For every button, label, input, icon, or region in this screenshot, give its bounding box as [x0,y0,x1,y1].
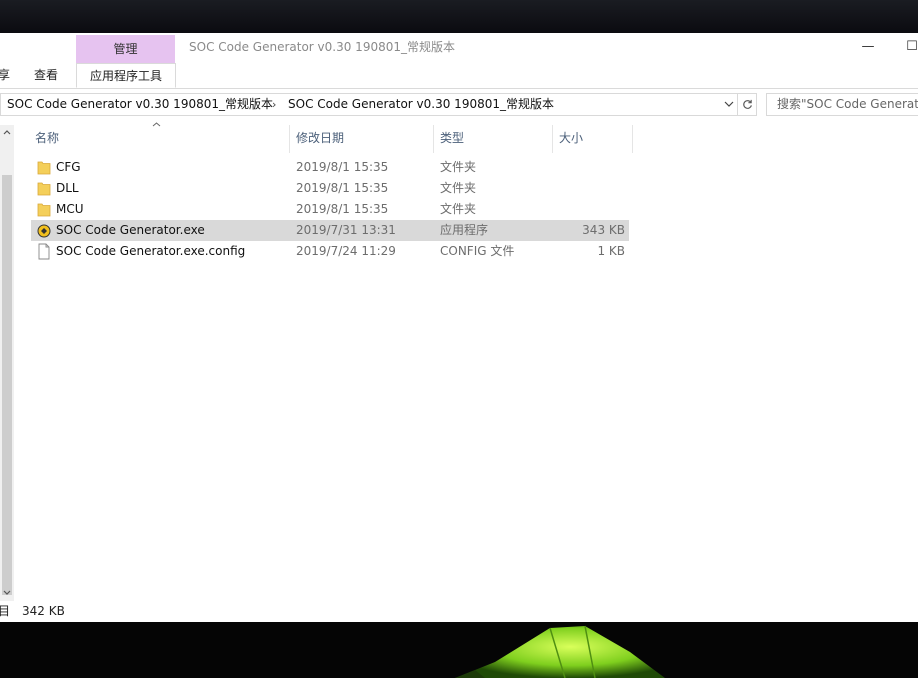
refresh-icon[interactable] [737,93,757,116]
tab-share[interactable]: 享 [0,63,10,87]
ribbon-tab-row: 享 查看 应用程序工具 [0,63,918,89]
folder-icon [37,161,51,175]
file-modified: 2019/8/1 15:35 [296,202,389,216]
status-bar: 目 342 KB [0,601,918,622]
tent-wallpaper-image [455,625,665,678]
desktop-wallpaper-bottom [0,622,918,678]
breadcrumb-separator-icon[interactable]: › [272,94,276,115]
file-row-exe[interactable]: SOC Code Generator.exe 2019/7/31 13:31 应… [31,220,629,241]
file-type: 文件夹 [440,160,477,174]
file-size: 343 KB [582,223,625,237]
column-header-size[interactable]: 大小 [553,125,633,153]
vertical-scrollbar[interactable] [0,125,14,603]
status-selection-size: 342 KB [22,604,65,618]
file-modified: 2019/7/24 11:29 [296,244,396,258]
tab-view[interactable]: 查看 [34,63,58,87]
file-row-mcu[interactable]: MCU 2019/8/1 15:35 文件夹 [31,199,629,220]
file-size: 1 KB [597,244,625,258]
file-name: MCU [56,202,84,216]
tab-application-tools[interactable]: 应用程序工具 [76,63,177,88]
desktop-wallpaper-top [0,0,918,33]
file-type: 文件夹 [440,181,477,195]
file-row-config[interactable]: SOC Code Generator.exe.config 2019/7/24 … [31,241,629,262]
address-row: SOC Code Generator v0.30 190801_常规版本 › S… [0,92,918,118]
document-icon [38,243,50,260]
title-bar: 管理 SOC Code Generator v0.30 190801_常规版本 … [0,33,918,63]
file-name: DLL [56,181,79,195]
application-icon [37,224,51,238]
folder-icon [37,182,51,196]
chevron-down-icon[interactable] [721,94,737,115]
breadcrumb-parent[interactable]: SOC Code Generator v0.30 190801_常规版本 [7,94,273,115]
file-type: 文件夹 [440,202,477,216]
file-row-dll[interactable]: DLL 2019/8/1 15:35 文件夹 [31,178,629,199]
file-type: CONFIG 文件 [440,244,515,258]
column-header-modified[interactable]: 修改日期 [290,125,434,153]
column-header-name[interactable]: 名称 [29,125,290,153]
window-title: SOC Code Generator v0.30 190801_常规版本 [189,40,455,54]
manage-contextual-tab[interactable]: 管理 [76,35,175,63]
minimize-button[interactable]: — [848,33,888,61]
breadcrumb-current[interactable]: SOC Code Generator v0.30 190801_常规版本 [288,94,554,115]
file-modified: 2019/8/1 15:35 [296,181,389,195]
folder-icon [37,203,51,217]
file-name: CFG [56,160,81,174]
address-bar[interactable]: SOC Code Generator v0.30 190801_常规版本 › S… [0,93,738,116]
file-modified: 2019/8/1 15:35 [296,160,389,174]
file-name: SOC Code Generator.exe.config [56,244,246,258]
file-row-cfg[interactable]: CFG 2019/8/1 15:35 文件夹 [31,157,629,178]
maximize-button[interactable]: ☐ [892,33,918,61]
scroll-down-icon[interactable] [0,585,14,601]
scrollbar-thumb[interactable] [2,175,12,595]
status-items-label: 目 [0,604,11,618]
file-type: 应用程序 [440,223,489,237]
search-input[interactable]: 搜索"SOC Code Generator v0.30 190801_常规版本" [766,93,918,116]
column-header-type[interactable]: 类型 [434,125,553,153]
file-explorer-window: 管理 SOC Code Generator v0.30 190801_常规版本 … [0,33,918,622]
scroll-up-icon[interactable] [0,125,14,141]
file-modified: 2019/7/31 13:31 [296,223,396,237]
file-name: SOC Code Generator.exe [56,223,205,237]
